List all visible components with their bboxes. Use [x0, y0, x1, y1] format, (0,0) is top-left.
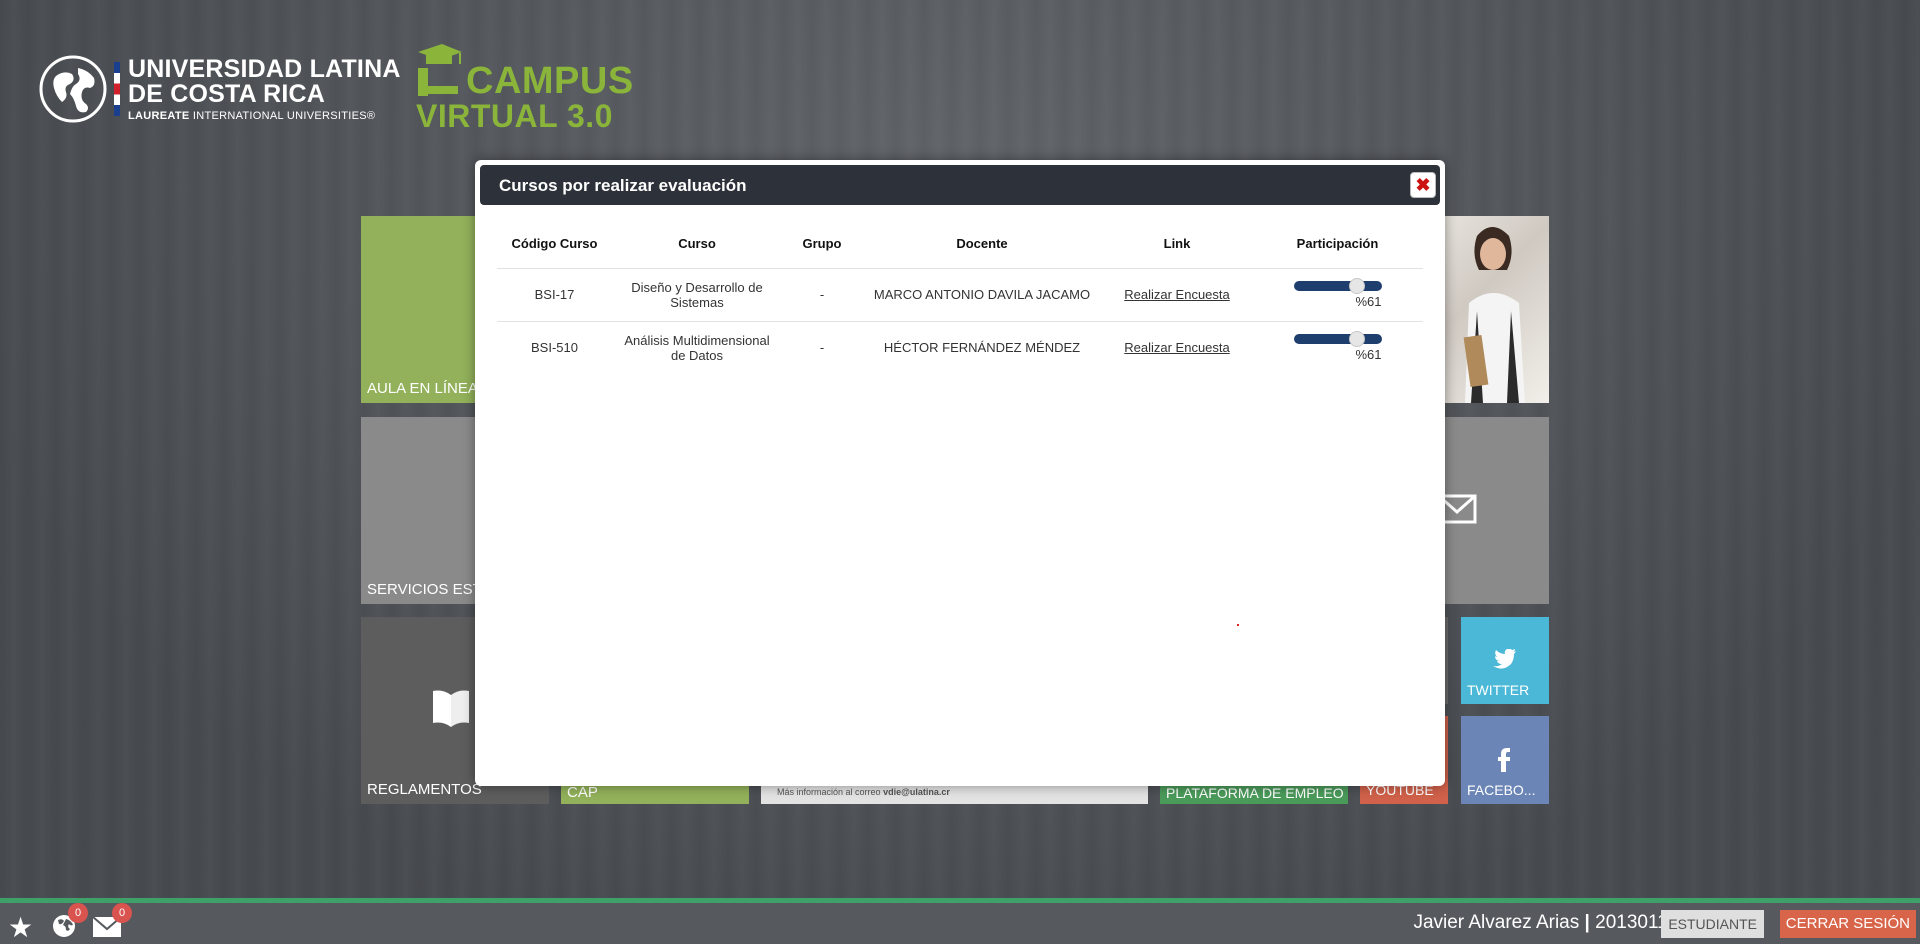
- ulatina-logo[interactable]: UNIVERSIDAD LATINA DE COSTA RICA LAUREAT…: [38, 54, 401, 124]
- user-separator: |: [1584, 912, 1590, 933]
- flag-bar: [114, 62, 120, 116]
- tile-facebook[interactable]: FACEBO...: [1461, 716, 1549, 804]
- uni-line1: UNIVERSIDAD LATINA: [128, 54, 401, 83]
- footer-bar: ★ 0 0 Javier Alvarez Arias | 2013011199 …: [0, 903, 1920, 944]
- cell-participacion: %61: [1252, 320, 1423, 374]
- globe-notifications-icon[interactable]: 0: [50, 903, 88, 944]
- cell-link: Realizar Encuesta: [1102, 320, 1252, 374]
- evaluation-modal: Cursos por realizar evaluación ✖ Código …: [475, 160, 1445, 786]
- table-header-row: Código Curso Curso Grupo Docente Link Pa…: [497, 220, 1423, 268]
- student-photo-image: [1463, 227, 1525, 403]
- cell-curso: Análisis Multidimensional de Datos: [612, 320, 782, 374]
- realizar-encuesta-link[interactable]: Realizar Encuesta: [1124, 340, 1230, 355]
- cell-grupo: -: [782, 320, 862, 374]
- uni-line2: DE COSTA RICA: [128, 79, 326, 108]
- campus-virtual-logo[interactable]: CAMPUS VIRTUAL 3.0: [412, 40, 634, 132]
- tile-label: CAP: [567, 784, 598, 801]
- graduation-cap-laptop-icon: [418, 44, 462, 96]
- tile-label: REGLAMENTOS: [367, 781, 482, 798]
- uni-line3: LAUREATE INTERNATIONAL UNIVERSITIES®: [128, 109, 401, 122]
- courses-table: Código Curso Curso Grupo Docente Link Pa…: [497, 220, 1423, 374]
- user-name: Javier Alvarez Arias: [1413, 912, 1580, 933]
- slider-thumb[interactable]: [1349, 277, 1366, 294]
- info-email: vdie@ulatina.cr: [883, 787, 950, 797]
- international-text: INTERNATIONAL UNIVERSITIES®: [189, 109, 376, 122]
- campus-line2: VIRTUAL 3.0: [416, 98, 613, 134]
- book-icon: [433, 690, 469, 727]
- globe-logo-icon: [39, 55, 107, 123]
- col-docente: Docente: [956, 236, 1008, 252]
- slider-thumb[interactable]: [1349, 330, 1366, 347]
- table-row: BSI-510 Análisis Multidimensional de Dato…: [497, 320, 1423, 374]
- tile-label: TWITTER: [1467, 682, 1530, 698]
- close-button[interactable]: ✖: [1410, 172, 1436, 198]
- col-link: Link: [1163, 236, 1191, 252]
- messages-badge: 0: [112, 903, 132, 923]
- info-label: Más información al correo: [777, 787, 881, 797]
- cell-codigo: BSI-17: [497, 267, 612, 321]
- star-icon[interactable]: ★: [8, 911, 33, 944]
- cell-participacion: %61: [1252, 267, 1423, 321]
- user-info: Javier Alvarez Arias | 2013011199: [1413, 912, 1698, 934]
- campus-line1: CAMPUS: [466, 60, 634, 102]
- cell-docente: MARCO ANTONIO DAVILA JACAMO: [862, 267, 1102, 321]
- participation-slider[interactable]: [1293, 330, 1382, 347]
- tile-label: PLATAFORMA DE EMPLEO: [1166, 785, 1344, 801]
- cell-grupo: -: [782, 267, 862, 321]
- logout-button[interactable]: CERRAR SESIÓN: [1779, 910, 1916, 938]
- col-participacion: Participación: [1296, 236, 1379, 252]
- laureate-text: LAUREATE: [128, 109, 190, 122]
- stray-dot: [1237, 624, 1239, 626]
- tile-label: FACEBO...: [1467, 782, 1536, 798]
- col-curso: Curso: [678, 236, 716, 252]
- modal-header: Cursos por realizar evaluación ✖: [480, 165, 1440, 205]
- col-grupo: Grupo: [802, 236, 842, 252]
- table-row: BSI-17 Diseño y Desarrollo de Sistemas - MA…: [497, 267, 1423, 321]
- tile-label: AULA EN LÍNEA: [367, 380, 478, 397]
- participation-percent: %61: [1355, 346, 1382, 362]
- notifications-badge: 0: [68, 903, 88, 923]
- cell-docente: HÉCTOR FERNÁNDEZ MÉNDEZ: [862, 320, 1102, 374]
- tile-mail[interactable]: [1437, 417, 1549, 604]
- cell-link: Realizar Encuesta: [1102, 267, 1252, 321]
- tile-twitter[interactable]: TWITTER: [1461, 617, 1549, 704]
- col-codigo: Código Curso: [511, 236, 598, 252]
- tile-student-photo[interactable]: [1437, 216, 1549, 403]
- cell-curso: Diseño y Desarrollo de Sistemas: [612, 267, 782, 321]
- cell-codigo: BSI-510: [497, 320, 612, 374]
- facebook-icon: [1498, 748, 1510, 772]
- campus-text: CAMPUS VIRTUAL 3.0: [416, 40, 634, 132]
- info-text: Más información al correo vdie@ulatina.c…: [777, 787, 950, 797]
- twitter-icon: [1493, 649, 1516, 669]
- realizar-encuesta-link[interactable]: Realizar Encuesta: [1124, 287, 1230, 302]
- university-name: UNIVERSIDAD LATINA DE COSTA RICA LAUREAT…: [128, 54, 401, 122]
- modal-title: Cursos por realizar evaluación: [499, 176, 747, 195]
- close-icon: ✖: [1415, 175, 1431, 195]
- tile-label: SERVICIOS ESTU: [367, 581, 493, 598]
- participation-percent: %61: [1355, 293, 1382, 309]
- mail-notifications-icon[interactable]: 0: [92, 903, 132, 944]
- participation-slider[interactable]: [1293, 277, 1382, 294]
- role-button[interactable]: ESTUDIANTE: [1661, 910, 1764, 938]
